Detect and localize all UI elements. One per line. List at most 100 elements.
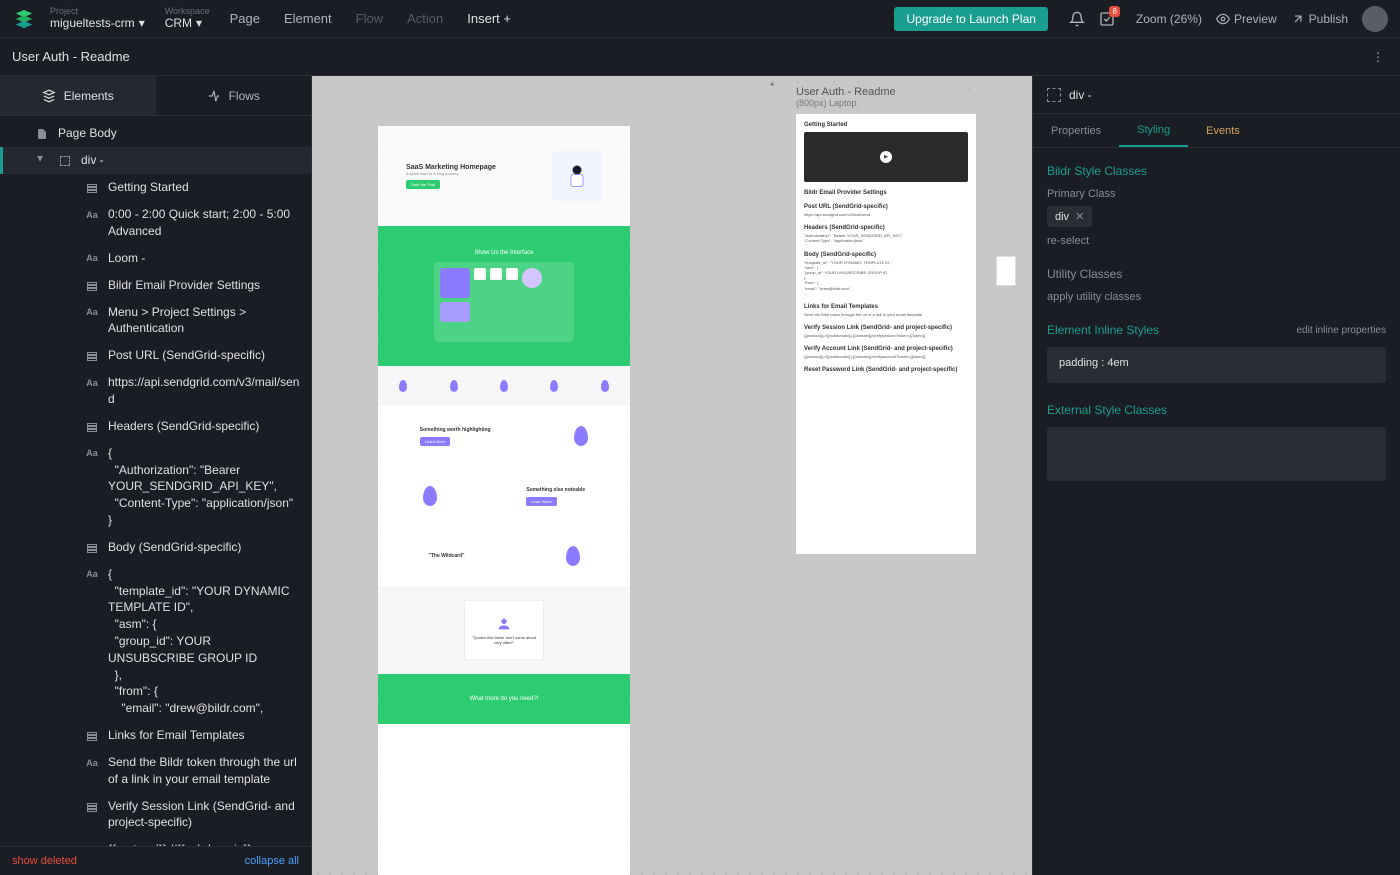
workspace-name: CRM: [165, 16, 192, 30]
tree-label: Page Body: [58, 125, 301, 142]
tab-events[interactable]: Events: [1188, 114, 1258, 147]
tree-label: div -: [81, 152, 301, 169]
tree-label: 0:00 - 2:00 Quick start; 2:00 - 5:00 Adv…: [108, 206, 301, 240]
section-icon: [84, 348, 100, 364]
styling-panel: Bildr Style Classes Primary Class div✕ r…: [1033, 148, 1400, 875]
inline-heading: Element Inline Styles: [1047, 323, 1159, 337]
tree-item[interactable]: Page Body: [0, 120, 311, 147]
tree-label: Menu > Project Settings > Authentication: [108, 304, 301, 338]
section-icon: [84, 540, 100, 556]
project-name: migueltests-crm: [50, 16, 135, 30]
tab-flows[interactable]: Flows: [156, 76, 312, 115]
style-classes-heading: Bildr Style Classes: [1047, 164, 1386, 178]
workspace-label: Workspace: [165, 7, 210, 16]
move-handle-icon[interactable]: ✥: [770, 82, 774, 88]
footer-cta: What more do you need?!: [378, 674, 630, 724]
mini-artboard[interactable]: [996, 256, 1016, 286]
external-styles-box[interactable]: [1047, 427, 1386, 481]
readme-h9: Reset Password Link (SendGrid- and proje…: [804, 367, 968, 373]
page-header: User Auth - Readme ⋮: [0, 38, 1400, 76]
tree-item[interactable]: AaSend the Bildr token through the url o…: [0, 749, 311, 793]
tree-item[interactable]: Aa{{protocol}}://{{subdomain}}.{{domain}…: [0, 836, 311, 846]
tab-flows-label: Flows: [229, 89, 260, 103]
more-icon[interactable]: ⋮: [1368, 46, 1388, 68]
tree-item[interactable]: Getting Started: [0, 174, 311, 201]
tab-elements[interactable]: Elements: [0, 76, 156, 115]
artboard-title: User Auth - Readme: [796, 86, 896, 98]
text-icon: Aa: [84, 251, 100, 267]
zoom-label[interactable]: Zoom (26%): [1136, 12, 1202, 26]
tree-item[interactable]: Verify Session Link (SendGrid- and proje…: [0, 793, 311, 837]
tree-item[interactable]: Aa 0:00 - 2:00 Quick start; 2:00 - 5:00 A…: [0, 201, 311, 245]
tab-styling[interactable]: Styling: [1119, 114, 1188, 147]
hero-title: SaaS Marketing Homepage: [406, 164, 496, 171]
primary-class-chip[interactable]: div✕: [1047, 206, 1092, 227]
tree-item[interactable]: Post URL (SendGrid-specific): [0, 342, 311, 369]
artboard-more-icon[interactable]: ⋮: [967, 86, 972, 92]
play-icon: ▶: [880, 151, 892, 163]
caret-icon[interactable]: ▾: [37, 152, 49, 164]
menu-page[interactable]: Page: [230, 11, 260, 26]
app-logo-icon[interactable]: [12, 7, 36, 31]
show-deleted-link[interactable]: show deleted: [12, 855, 77, 867]
tree-item[interactable]: Aahttps://api.sendgrid.com/v3/mail/send: [0, 369, 311, 413]
tree-label: { "template_id": "YOUR DYNAMIC TEMPLATE …: [108, 566, 301, 717]
chevron-down-icon: ▾: [196, 16, 202, 30]
hero-illustration: [552, 151, 602, 201]
menu-element[interactable]: Element: [284, 11, 332, 26]
tree-label: Headers (SendGrid-specific): [108, 418, 301, 435]
page-icon: [34, 126, 50, 142]
artboard-readme[interactable]: ✥ User Auth - Readme (800px) Laptop ⋮ Ge…: [796, 114, 976, 554]
tree-label: Post URL (SendGrid-specific): [108, 347, 301, 364]
project-selector[interactable]: Project migueltests-crm▾: [50, 7, 145, 30]
menu-insert[interactable]: Insert +: [467, 11, 511, 26]
readme-h7: Verify Session Link (SendGrid- and proje…: [804, 325, 968, 331]
reselect-link[interactable]: re-select: [1047, 235, 1386, 247]
avatar[interactable]: [1362, 6, 1388, 32]
tree-item[interactable]: AaMenu > Project Settings > Authenticati…: [0, 299, 311, 343]
hero-sub: A quick start to a long journey.: [406, 171, 496, 176]
tree-item[interactable]: AaLoom -: [0, 245, 311, 272]
right-panel: div - Properties Styling Events Bildr St…: [1032, 76, 1400, 875]
utility-link[interactable]: apply utility classes: [1047, 291, 1386, 303]
menu-action[interactable]: Action: [407, 11, 443, 26]
text-icon: Aa: [84, 567, 100, 583]
tree-item[interactable]: Body (SendGrid-specific): [0, 534, 311, 561]
artboard-subtitle: (800px) Laptop: [796, 98, 857, 108]
artboard-main[interactable]: SaaS Marketing Homepage A quick start to…: [378, 126, 630, 875]
tree-item[interactable]: Links for Email Templates: [0, 722, 311, 749]
quote-text: "Quotes like these don't come about very…: [469, 635, 539, 645]
tree-label: Body (SendGrid-specific): [108, 539, 301, 556]
collapse-all-link[interactable]: collapse all: [245, 855, 299, 867]
tree-item[interactable]: ▾ div -: [0, 147, 311, 174]
publish-label: Publish: [1309, 12, 1348, 26]
feature1-title: Something worth highlighting: [420, 427, 491, 433]
preview-button[interactable]: Preview: [1216, 12, 1277, 26]
readme-h3: Post URL (SendGrid-specific): [804, 204, 968, 210]
workspace-selector[interactable]: Workspace CRM ▾: [165, 7, 210, 30]
canvas[interactable]: SaaS Marketing Homepage A quick start to…: [312, 76, 1032, 875]
tree-item[interactable]: Headers (SendGrid-specific): [0, 413, 311, 440]
menu-flow[interactable]: Flow: [356, 11, 383, 26]
chevron-down-icon: ▾: [139, 16, 145, 30]
readme-h4: Headers (SendGrid-specific): [804, 225, 968, 231]
green-title: Show Us the Interface: [474, 250, 533, 256]
left-panel: Elements Flows Page Body ▾ div - Getting St…: [0, 76, 312, 875]
remove-class-icon[interactable]: ✕: [1075, 210, 1084, 223]
text-icon: Aa: [84, 375, 100, 391]
publish-button[interactable]: Publish: [1291, 12, 1348, 26]
tree-item[interactable]: Bildr Email Provider Settings: [0, 272, 311, 299]
external-heading: External Style Classes: [1047, 403, 1386, 417]
tree-footer: show deleted collapse all: [0, 846, 311, 875]
bell-icon[interactable]: [1062, 4, 1092, 34]
upgrade-button[interactable]: Upgrade to Launch Plan: [894, 7, 1047, 31]
section-icon: [84, 278, 100, 294]
inline-styles-box[interactable]: padding : 4em: [1047, 347, 1386, 383]
tree-item[interactable]: Aa{ "Authorization": "Bearer YOUR_SENDGR…: [0, 440, 311, 534]
text-icon: Aa: [84, 207, 100, 223]
tab-properties[interactable]: Properties: [1033, 114, 1119, 147]
element-tree[interactable]: Page Body ▾ div - Getting Started Aa 0:00 - 2…: [0, 116, 311, 846]
inline-link[interactable]: edit inline properties: [1297, 325, 1387, 336]
check-icon[interactable]: 8: [1092, 4, 1122, 34]
tree-item[interactable]: Aa { "template_id": "YOUR DYNAMIC TEMPLAT…: [0, 561, 311, 722]
